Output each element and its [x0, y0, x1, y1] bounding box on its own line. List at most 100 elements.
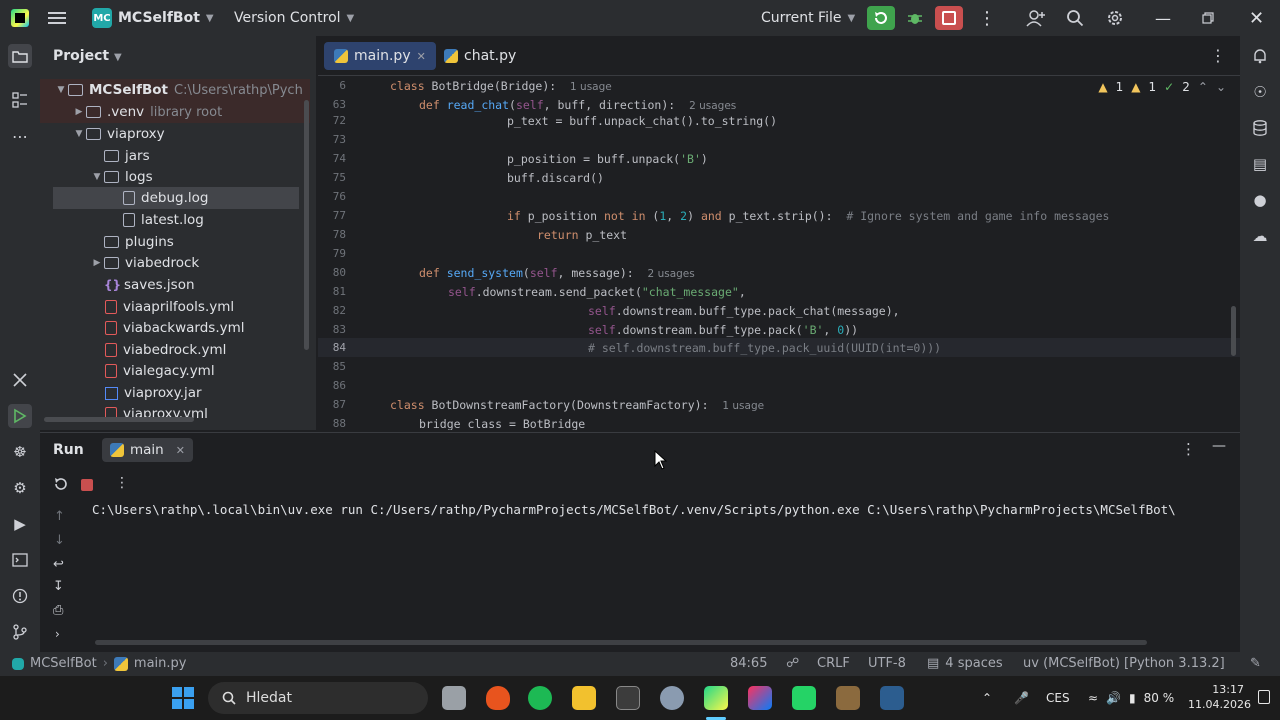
close-icon[interactable]: ✕	[176, 444, 185, 457]
tree-item-viaproxy-jar[interactable]: viaproxy.jar	[40, 382, 310, 404]
tree-item-debug-log[interactable]: debug.log	[53, 187, 299, 209]
minecraft-app-icon[interactable]	[836, 686, 860, 710]
tab-chat-py[interactable]: chat.py	[434, 42, 526, 70]
remote-hosts-button[interactable]: ☁	[1248, 224, 1272, 248]
tab-actions-button[interactable]: ⋮	[1210, 46, 1226, 65]
tree-item-viabedrock-yml[interactable]: viabedrock.yml	[40, 339, 310, 361]
rerun-button[interactable]	[867, 6, 895, 30]
usage-hint[interactable]: 1 usage	[722, 400, 764, 412]
run-config-selector[interactable]: Current File ▼	[761, 0, 855, 36]
settings-app-icon[interactable]	[660, 686, 684, 710]
tab-main-py[interactable]: main.py ✕	[324, 42, 436, 70]
settings-button[interactable]	[1106, 0, 1124, 36]
run-tab-main[interactable]: main ✕	[102, 438, 193, 462]
code-with-me-button[interactable]	[1026, 0, 1046, 36]
breadcrumb-project[interactable]: MCSelfBot	[30, 656, 97, 671]
interpreter-selector[interactable]: uv (MCSelfBot) [Python 3.13.2]	[1023, 656, 1225, 671]
breadcrumb-file[interactable]: main.py	[134, 656, 187, 671]
ai-assistant-button[interactable]: ☉	[1248, 80, 1272, 104]
horizontal-scrollbar[interactable]	[44, 417, 194, 422]
editor-scrollbar[interactable]	[1231, 306, 1236, 356]
git-button[interactable]	[8, 620, 32, 644]
caret-position[interactable]: 84:65	[730, 656, 767, 671]
scroll-up-button[interactable]: ↑	[54, 509, 65, 524]
microphone-icon[interactable]: 🎤	[1014, 676, 1029, 720]
stop-process-button[interactable]	[81, 479, 93, 491]
tray-overflow-button[interactable]: ⌃	[982, 676, 992, 720]
taskbar-search[interactable]: Hledat	[208, 682, 428, 714]
print-button[interactable]: ⎙	[53, 603, 63, 618]
tree-item-root[interactable]: ▼ MCSelfBot C:\Users\rathp\Pych	[40, 79, 310, 101]
file-encoding[interactable]: UTF-8	[868, 656, 906, 671]
tree-item-viaproxy[interactable]: ▼ viaproxy	[40, 123, 310, 145]
intellij-app-icon[interactable]	[748, 686, 772, 710]
main-menu-button[interactable]	[48, 0, 66, 36]
more-tools-button[interactable]: ⋯	[8, 124, 32, 148]
notifications-button[interactable]	[1248, 44, 1272, 68]
python-packages-button[interactable]: ☸	[8, 440, 32, 464]
task-view-icon[interactable]	[442, 686, 466, 710]
minimize-button[interactable]: —	[1155, 0, 1171, 36]
spotify-icon[interactable]	[528, 686, 552, 710]
viaproxy-app-icon[interactable]	[880, 686, 904, 710]
tree-item-saves-json[interactable]: {} saves.json	[40, 274, 310, 296]
tree-item-jars[interactable]: jars	[40, 145, 310, 167]
lock-icon[interactable]: ✎	[1250, 656, 1261, 671]
tree-item-plugins[interactable]: plugins	[40, 231, 310, 253]
line-separator[interactable]: CRLF	[817, 656, 850, 671]
tree-item-viaaprilfools-yml[interactable]: viaaprilfools.yml	[40, 296, 310, 318]
run-tool-button[interactable]	[8, 404, 32, 428]
scroll-down-button[interactable]: ↓	[54, 533, 65, 548]
project-tool-button[interactable]	[8, 44, 32, 68]
debug-button[interactable]	[901, 6, 929, 30]
brave-browser-icon[interactable]	[486, 686, 510, 710]
chat-app-icon[interactable]	[792, 686, 816, 710]
maximize-button[interactable]	[1202, 0, 1214, 36]
build-tool-button[interactable]	[8, 368, 32, 392]
indent-setting[interactable]: ▤ 4 spaces	[927, 656, 1003, 671]
file-explorer-icon[interactable]	[572, 686, 596, 710]
pycharm-logo-icon[interactable]	[11, 9, 29, 27]
vcs-widget[interactable]: Version Control ▼	[234, 0, 354, 36]
console-more-button[interactable]: ⋮	[115, 475, 129, 491]
tree-item-latest-log[interactable]: latest.log	[40, 209, 310, 231]
sciview-button[interactable]: ▤	[1248, 152, 1272, 176]
tree-item-logs[interactable]: ▼ logs	[40, 166, 310, 188]
notification-center-icon[interactable]	[1258, 690, 1270, 704]
structure-tool-button[interactable]	[8, 88, 32, 112]
usage-hint[interactable]: 2 usages	[689, 100, 736, 112]
tree-item-vialegacy-yml[interactable]: vialegacy.yml	[40, 360, 310, 382]
terminal-app-icon[interactable]	[616, 686, 640, 710]
run-options-button[interactable]: ⋮	[1181, 440, 1196, 458]
expand-toolbar-button[interactable]: ›	[55, 627, 60, 641]
vertical-scrollbar[interactable]	[304, 100, 309, 350]
stop-button[interactable]	[935, 6, 963, 30]
pycharm-app-icon[interactable]	[704, 686, 728, 710]
copilot-button[interactable]: ●	[1248, 188, 1272, 212]
ai-status-icon[interactable]: ☍	[786, 656, 799, 671]
close-window-button[interactable]: ✕	[1249, 0, 1264, 36]
project-switcher[interactable]: MC MCSelfBot ▼	[92, 0, 214, 36]
scroll-to-end-button[interactable]: ↧	[53, 579, 64, 594]
project-panel-title[interactable]: Project ▼	[53, 48, 122, 64]
hide-panel-button[interactable]: —	[1212, 438, 1226, 454]
more-actions-button[interactable]: ⋮	[978, 0, 996, 36]
close-icon[interactable]: ✕	[417, 50, 426, 63]
tree-item-viabackwards-yml[interactable]: viabackwards.yml	[40, 317, 310, 339]
system-status-group[interactable]: ≈ 🔊 ▮ 80 %	[1088, 676, 1174, 720]
terminal-button[interactable]	[8, 548, 32, 572]
console-output[interactable]: C:\Users\rathp\.local\bin\uv.exe run C:/…	[92, 502, 1240, 517]
usage-hint[interactable]: 2 usages	[648, 268, 695, 280]
database-button[interactable]	[1248, 116, 1272, 140]
windows-start-button[interactable]	[172, 687, 194, 709]
search-everywhere-button[interactable]	[1066, 0, 1084, 36]
tree-item-venv[interactable]: ▶ .venv library root	[40, 101, 310, 123]
soft-wrap-button[interactable]: ↩	[53, 557, 64, 572]
problems-button[interactable]	[8, 584, 32, 608]
services-button[interactable]: ▶	[8, 512, 32, 536]
clock[interactable]: 13:17	[1200, 682, 1244, 697]
usage-hint[interactable]: 1 usage	[570, 81, 612, 93]
console-horizontal-scrollbar[interactable]	[95, 640, 1147, 645]
tree-item-viabedrock[interactable]: ▶ viabedrock	[40, 252, 310, 274]
input-language[interactable]: CES	[1046, 676, 1070, 720]
